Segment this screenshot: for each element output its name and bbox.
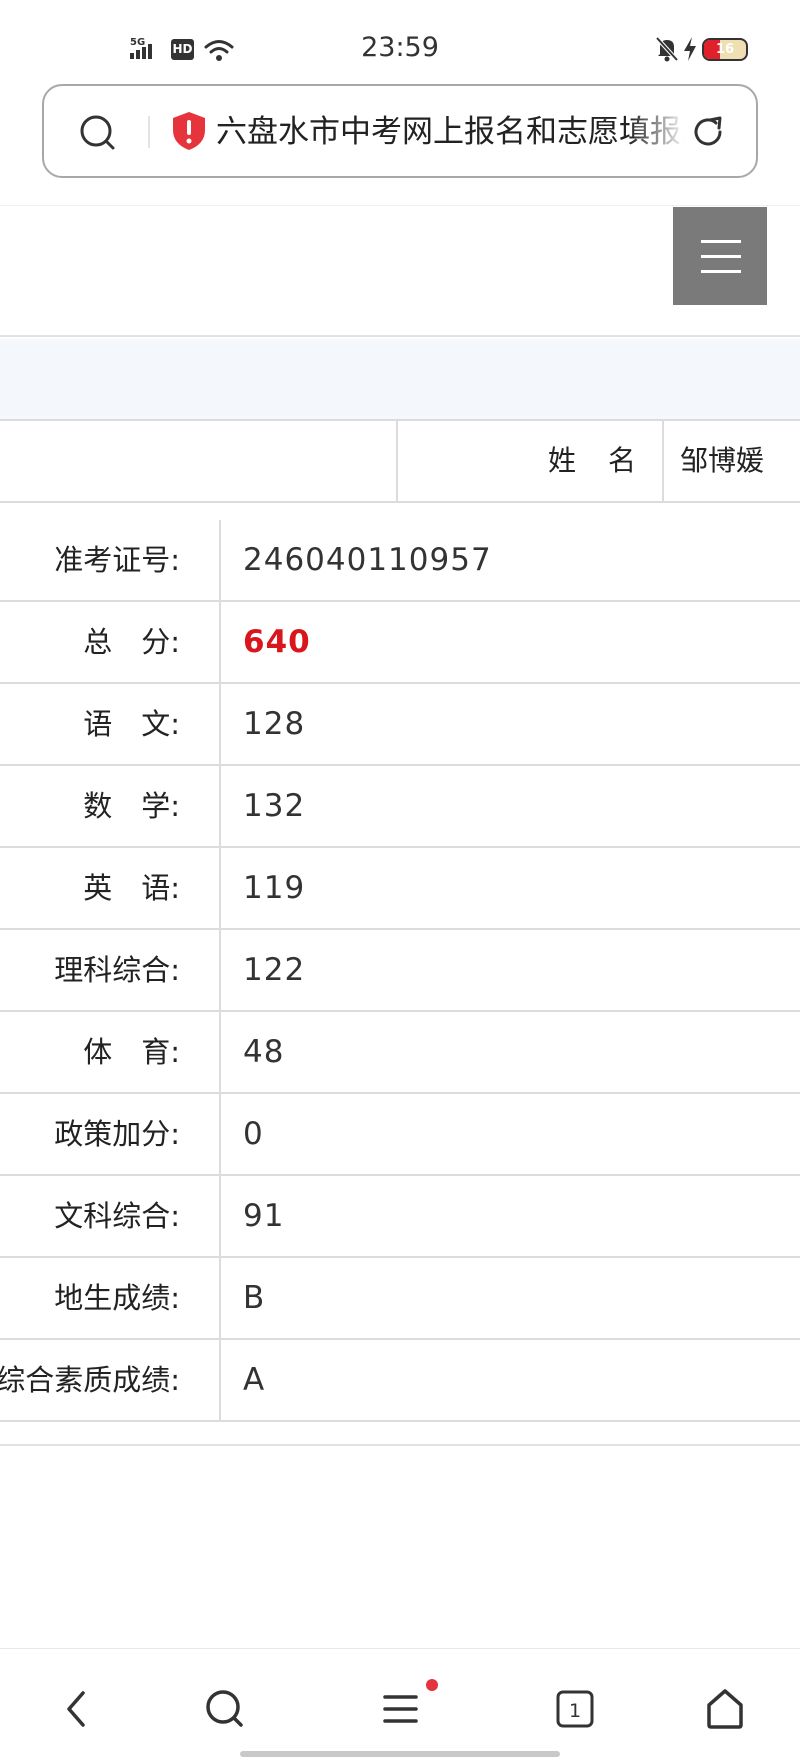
status-time: 23:59 (361, 32, 439, 63)
table-row: 理科综合: 122 (0, 930, 800, 1012)
row-value: 132 (243, 788, 306, 824)
score-table: 准考证号: 246040110957 总 分: 640 语 文: 128 数 学… (0, 520, 800, 1422)
battery-level: 16 (715, 42, 735, 57)
row-value: 48 (243, 1034, 285, 1070)
reload-icon[interactable] (688, 112, 728, 156)
mute-bell-icon (655, 36, 679, 66)
row-label: 文科综合: (54, 1199, 180, 1233)
table-row: 总 分: 640 (0, 602, 800, 684)
security-shield-icon[interactable] (170, 110, 208, 156)
hamburger-menu-button[interactable] (673, 207, 767, 305)
tabs-icon: 1 (556, 1690, 594, 1728)
table-row: 地生成绩: B (0, 1258, 800, 1340)
row-label: 理科综合: (54, 953, 180, 987)
table-row: 数 学: 132 (0, 766, 800, 848)
tab-count: 1 (569, 1700, 581, 1722)
home-button[interactable] (695, 1679, 755, 1739)
url-title[interactable]: 六盘水市中考网上报名和志愿填报系统 (216, 108, 686, 156)
charging-icon (682, 37, 698, 65)
address-divider (148, 116, 150, 148)
column-divider (396, 421, 398, 501)
menu-line (701, 270, 741, 273)
row-label: 英 语: (83, 871, 180, 905)
table-row: 文科综合: 91 (0, 1176, 800, 1258)
row-value: 122 (243, 952, 306, 988)
home-icon (707, 1689, 743, 1729)
row-label: 语 文: (83, 707, 180, 741)
total-score-value: 640 (243, 624, 311, 660)
search-icon[interactable] (78, 113, 118, 157)
menu-icon (383, 1679, 438, 1723)
row-value: 119 (243, 870, 306, 906)
name-label: 姓 名 (548, 444, 639, 477)
section-banner (0, 339, 800, 421)
menu-line (701, 255, 741, 258)
search-button[interactable] (195, 1679, 255, 1739)
table-row: 语 文: 128 (0, 684, 800, 766)
table-row: 综合素质成绩: A (0, 1340, 800, 1422)
menu-line (701, 240, 741, 243)
student-name-row: 姓 名 邹博媛 (0, 421, 800, 503)
row-label: 体 育: (83, 1035, 180, 1069)
table-bottom-border (0, 1444, 800, 1446)
status-bar: 5G HD 23:59 16 (0, 0, 800, 80)
row-label: 数 学: (83, 789, 180, 823)
row-value: 0 (243, 1116, 264, 1152)
back-button[interactable] (47, 1679, 107, 1739)
row-value: 91 (243, 1198, 285, 1234)
row-value: 128 (243, 706, 306, 742)
row-label: 综合素质成绩: (0, 1363, 180, 1397)
battery-icon: 16 (702, 38, 748, 61)
row-value: A (243, 1362, 266, 1398)
back-arrow-icon (67, 1691, 85, 1727)
notification-dot-icon (426, 1679, 438, 1691)
exam-number-value: 246040110957 (243, 542, 492, 578)
name-value: 邹博媛 (680, 444, 765, 477)
table-row: 政策加分: 0 (0, 1094, 800, 1176)
row-label: 政策加分: (54, 1117, 180, 1151)
search-icon (206, 1690, 243, 1727)
address-bar[interactable]: 六盘水市中考网上报名和志愿填报系统 (42, 84, 758, 178)
tabs-button[interactable]: 1 (545, 1679, 605, 1739)
table-row: 英 语: 119 (0, 848, 800, 930)
table-row: 准考证号: 246040110957 (0, 520, 800, 602)
table-row: 体 育: 48 (0, 1012, 800, 1094)
row-label: 总 分: (83, 625, 180, 659)
row-label: 准考证号: (54, 543, 180, 577)
home-indicator (240, 1751, 560, 1757)
menu-button[interactable] (370, 1679, 438, 1739)
browser-bottom-nav: 1 (0, 1648, 800, 1761)
row-value: B (243, 1280, 266, 1316)
row-label: 地生成绩: (54, 1281, 180, 1315)
column-divider (662, 421, 664, 501)
